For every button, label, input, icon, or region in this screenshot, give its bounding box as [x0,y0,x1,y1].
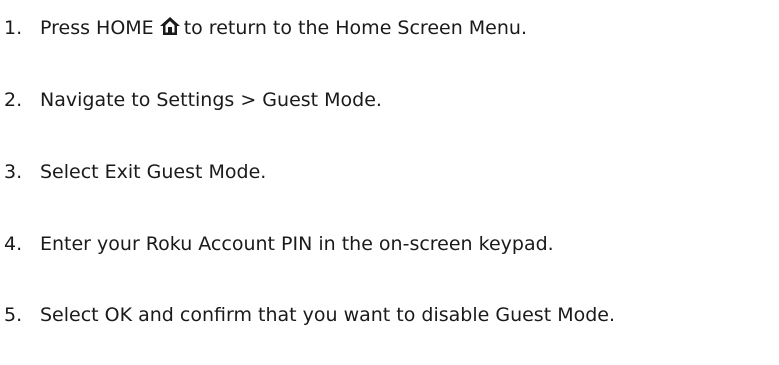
step-text: Select Exit Guest Mode. [40,161,267,183]
step-number: 5. [4,304,23,326]
step-text: Select OK and confirm that you want to d… [40,304,616,326]
step-item: 4. Enter your Roku Account PIN in the on… [0,229,554,259]
step-text: Enter your Roku Account PIN in the on-sc… [40,233,554,255]
step-number: 4. [4,233,23,255]
step-text: Press HOME to return to the Home Screen … [40,17,527,39]
step-text-after-icon: to return to the Home Screen Menu. [183,17,527,39]
step-text: Navigate to Settings > Guest Mode. [40,89,382,111]
step-item: 2. Navigate to Settings > Guest Mode. [0,85,382,115]
step-number: 1. [4,17,23,39]
step-item: 3. Select Exit Guest Mode. [0,157,266,187]
step-item: 1. Press HOME to return to the Home Scre… [0,13,527,43]
step-text-before-icon: Press HOME [40,17,154,39]
step-item: 5. Select OK and confirm that you want t… [0,300,615,330]
step-number: 3. [4,161,23,183]
step-number: 2. [4,89,23,111]
home-icon [159,15,181,37]
